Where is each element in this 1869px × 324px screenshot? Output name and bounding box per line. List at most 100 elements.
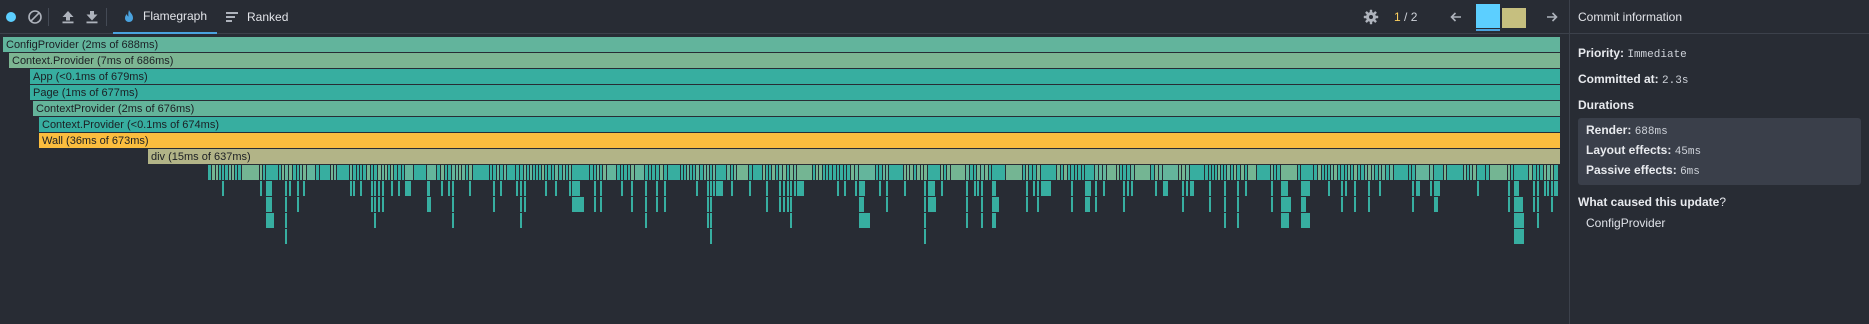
flame-child-node[interactable] <box>790 197 792 212</box>
flame-child-node[interactable] <box>707 197 709 212</box>
flame-child-node[interactable] <box>992 165 1005 180</box>
flame-child-node[interactable] <box>645 213 647 228</box>
flame-child-node[interactable] <box>307 165 315 180</box>
flame-child-node[interactable] <box>405 165 413 180</box>
flame-child-node[interactable] <box>970 165 973 180</box>
flame-child-node[interactable] <box>363 165 366 180</box>
flame-child-node[interactable] <box>1085 197 1090 212</box>
flame-child-node[interactable] <box>855 165 858 180</box>
flame-child-node[interactable] <box>928 197 936 212</box>
flame-child-node[interactable] <box>1271 197 1273 212</box>
flame-child-node[interactable] <box>1354 181 1356 196</box>
flame-child-node[interactable] <box>1127 165 1130 180</box>
flame-child-node[interactable] <box>1533 165 1536 180</box>
flame-child-node[interactable] <box>1068 165 1070 180</box>
flame-child-node[interactable] <box>285 165 288 180</box>
flame-child-node[interactable] <box>907 165 909 180</box>
flame-child-node[interactable] <box>552 165 554 180</box>
flame-child-node[interactable] <box>1301 165 1313 180</box>
flame-child-node[interactable] <box>1057 165 1060 180</box>
flame-child-node[interactable] <box>844 181 846 196</box>
flame-child-node[interactable] <box>462 165 465 180</box>
flamegraph-chart[interactable]: ConfigProvider (2ms of 688ms) Context.Pro… <box>0 34 1569 324</box>
flame-child-node[interactable] <box>737 165 748 180</box>
flame-child-node[interactable] <box>790 213 792 228</box>
flame-child-node[interactable] <box>533 165 535 180</box>
flame-child-node[interactable] <box>985 165 988 180</box>
flame-child-node[interactable] <box>1551 165 1553 180</box>
flame-child-node[interactable] <box>631 165 634 180</box>
flame-child-node[interactable] <box>690 165 692 180</box>
flame-child-node[interactable] <box>1338 165 1340 180</box>
flame-child-node[interactable] <box>829 165 832 180</box>
flame-child-node[interactable] <box>687 165 689 180</box>
flame-child-node[interactable] <box>1155 165 1158 180</box>
flame-child-node[interactable] <box>600 165 602 180</box>
flame-child-node[interactable] <box>716 165 726 180</box>
flame-child-node[interactable] <box>1159 165 1162 180</box>
flame-child-node[interactable] <box>981 197 983 212</box>
flame-child-node[interactable] <box>1341 181 1343 196</box>
flame-node-bar[interactable] <box>148 149 1560 164</box>
flame-child-node[interactable] <box>1430 181 1432 196</box>
flame-child-node[interactable] <box>414 165 426 180</box>
flame-child-node[interactable] <box>1345 165 1347 180</box>
flame-child-node[interactable] <box>951 165 965 180</box>
flame-child-node[interactable] <box>1095 197 1097 212</box>
flame-child-node[interactable] <box>1271 165 1273 180</box>
flame-child-node[interactable] <box>452 165 455 180</box>
flame-child-node[interactable] <box>520 181 522 196</box>
flame-child-node[interactable] <box>947 165 950 180</box>
flame-child-node[interactable] <box>1041 165 1056 180</box>
flame-child-node[interactable] <box>382 181 384 196</box>
flame-child-node[interactable] <box>716 181 723 196</box>
flame-child-node[interactable] <box>378 181 380 196</box>
flame-child-node[interactable] <box>1444 165 1446 180</box>
flame-child-node[interactable] <box>1041 181 1051 196</box>
flame-child-node[interactable] <box>1537 213 1539 228</box>
flame-child-node[interactable] <box>1314 165 1317 180</box>
flame-child-node[interactable] <box>222 165 224 180</box>
flame-child-node[interactable] <box>1179 165 1181 180</box>
flame-child-node[interactable] <box>1301 213 1310 228</box>
flame-child-node[interactable] <box>1511 165 1513 180</box>
flame-child-node[interactable] <box>555 181 557 196</box>
flame-child-node[interactable] <box>707 213 709 228</box>
flame-child-node[interactable] <box>539 165 541 180</box>
flame-child-node[interactable] <box>652 165 655 180</box>
flame-child-node[interactable] <box>1341 197 1343 212</box>
flame-child-node[interactable] <box>563 165 565 180</box>
flame-child-node[interactable] <box>266 213 274 228</box>
flame-child-node[interactable] <box>700 165 703 180</box>
flame-child-node[interactable] <box>1368 165 1371 180</box>
flame-child-node[interactable] <box>398 181 400 196</box>
flame-child-node[interactable] <box>260 165 262 180</box>
flame-child-node[interactable] <box>966 181 968 196</box>
flame-child-node[interactable] <box>1382 165 1385 180</box>
flame-child-node[interactable] <box>590 165 593 180</box>
flame-child-node[interactable] <box>1215 165 1217 180</box>
flame-child-node[interactable] <box>1318 165 1321 180</box>
flame-child-node[interactable] <box>1551 181 1553 196</box>
flame-child-node[interactable] <box>628 165 630 180</box>
flame-child-node[interactable] <box>1248 165 1256 180</box>
flame-child-node[interactable] <box>1379 165 1381 180</box>
flame-child-node[interactable] <box>664 197 666 212</box>
flame-child-node[interactable] <box>837 165 839 180</box>
flame-child-node[interactable] <box>1473 165 1476 180</box>
flame-child-node[interactable] <box>293 165 296 180</box>
flame-child-node[interactable] <box>1071 197 1073 212</box>
flame-node[interactable]: App (<0.1ms of 679ms) <box>30 69 1560 84</box>
flame-child-node[interactable] <box>469 165 472 180</box>
flame-child-node[interactable] <box>1205 165 1208 180</box>
flame-child-node[interactable] <box>713 181 715 196</box>
flame-child-node[interactable] <box>208 165 211 180</box>
flame-child-node[interactable] <box>1301 181 1310 196</box>
flame-child-node[interactable] <box>1037 181 1039 196</box>
flame-child-node[interactable] <box>981 165 984 180</box>
flame-child-node[interactable] <box>837 181 839 196</box>
flame-child-node[interactable] <box>388 165 390 180</box>
flame-child-node[interactable] <box>1064 165 1067 180</box>
flame-child-node[interactable] <box>555 165 558 180</box>
flame-child-node[interactable] <box>507 165 515 180</box>
